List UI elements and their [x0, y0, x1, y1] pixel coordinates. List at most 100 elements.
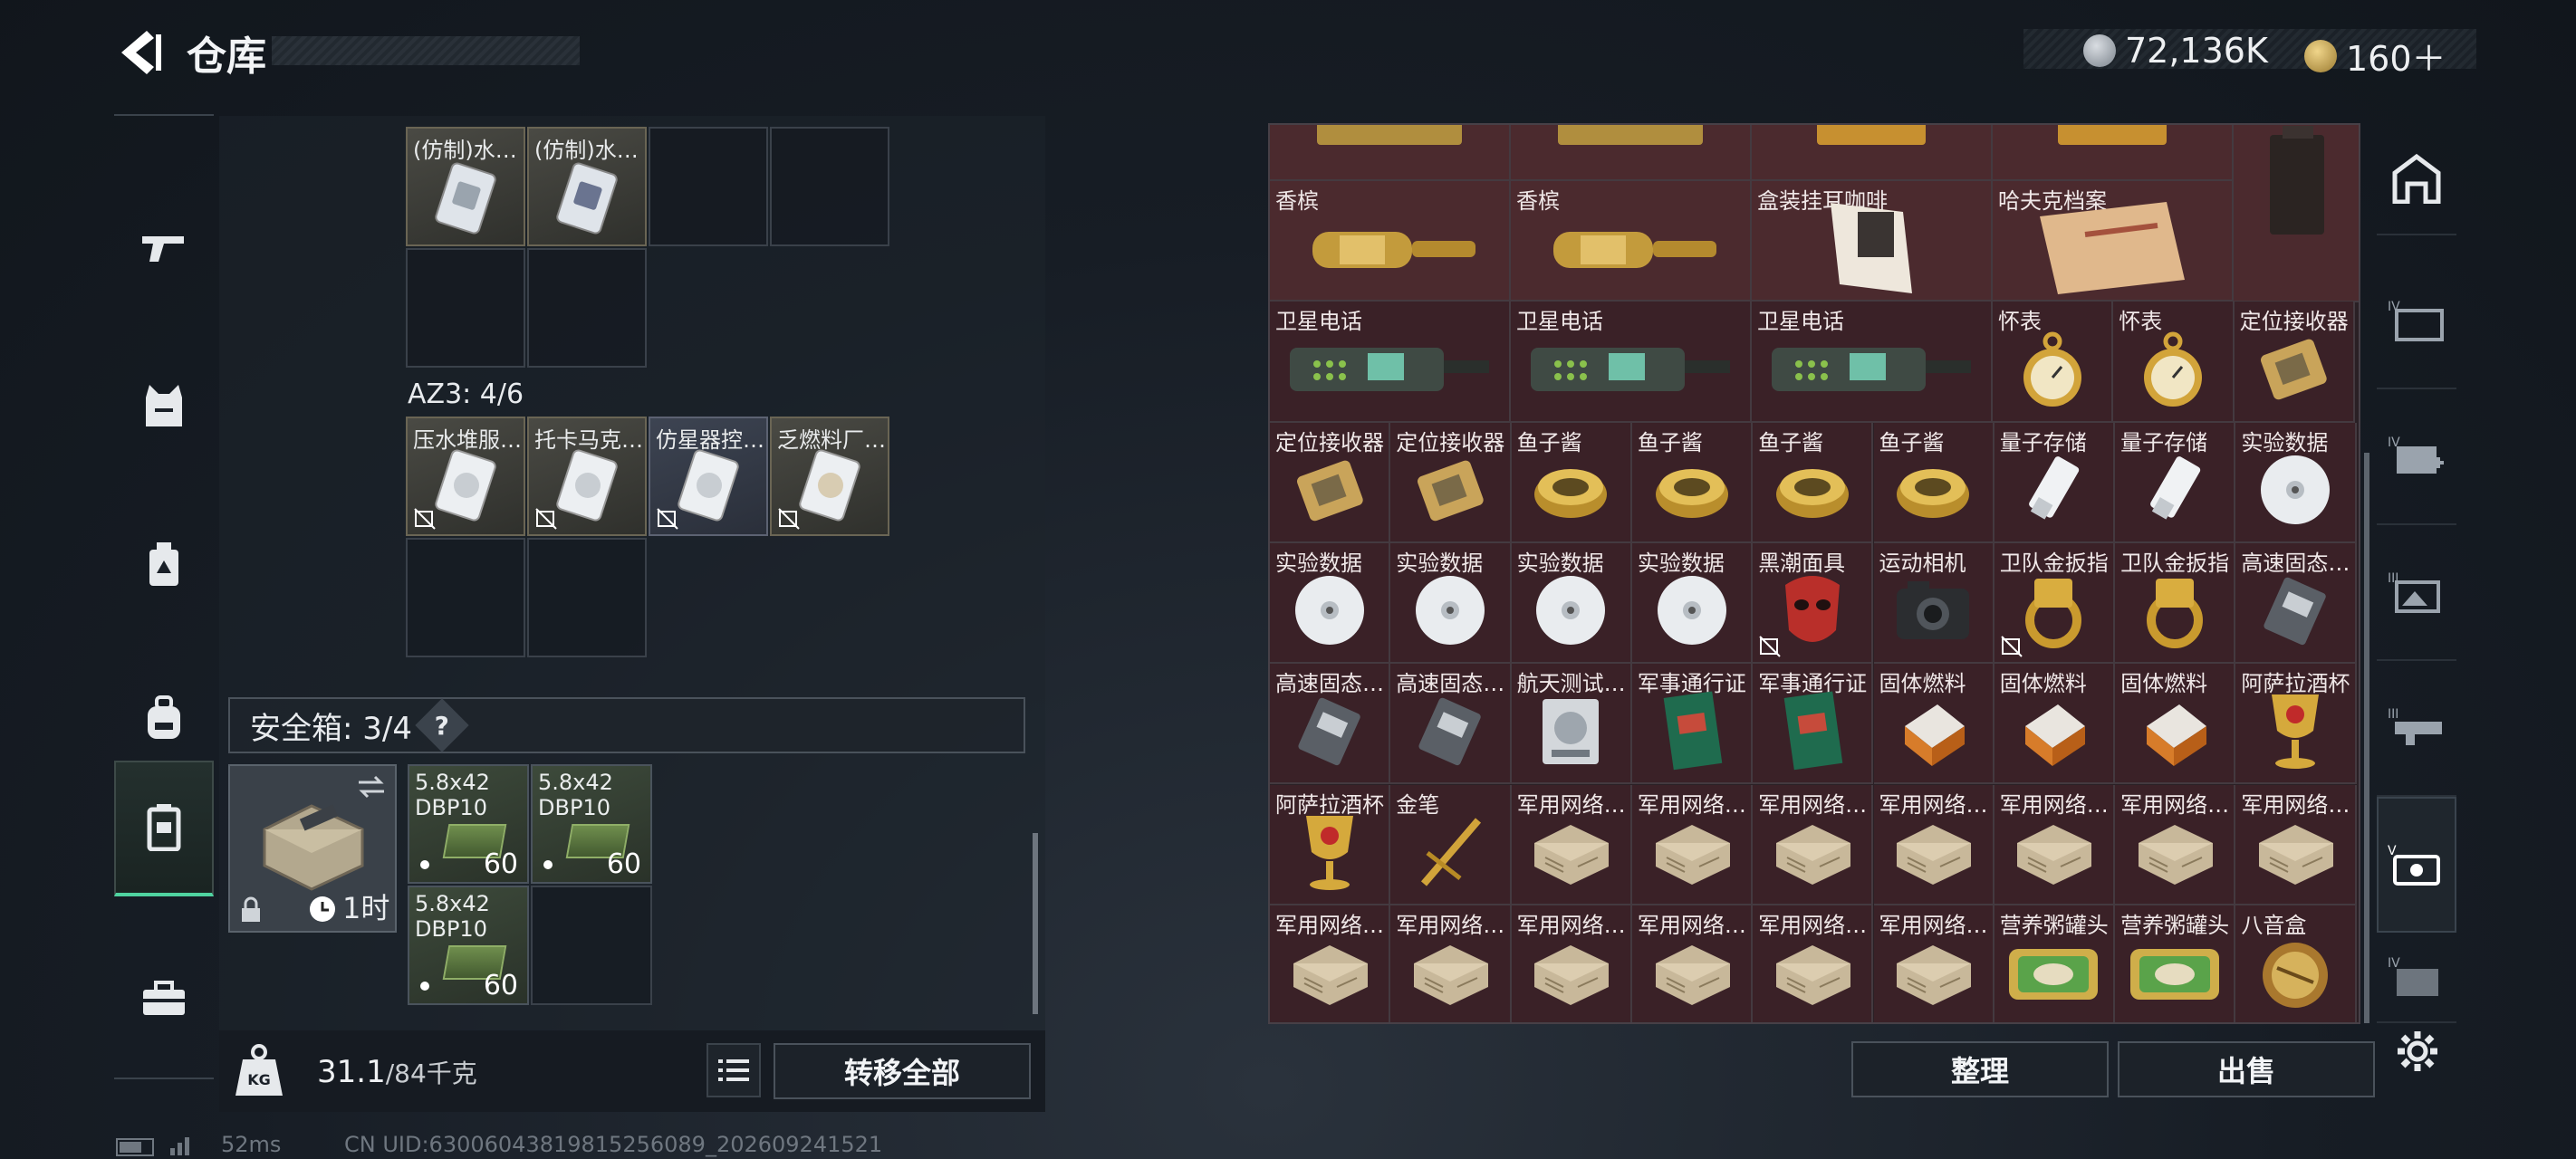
stash-item[interactable]: 阿萨拉酒杯 [2235, 664, 2357, 785]
stash-item[interactable]: 营养粥罐头 [2115, 905, 2236, 1022]
stash-item[interactable]: 哈夫克档案 [1993, 181, 2234, 302]
stash-item[interactable]: 实验数据 [1631, 542, 1754, 665]
sell-button[interactable]: 出售 [2118, 1041, 2375, 1097]
stash-item[interactable]: 军用网络… [1873, 784, 1994, 905]
stash-cell[interactable] [2234, 125, 2359, 302]
stash-item[interactable]: 鱼子酱 [1753, 422, 1874, 543]
settings-gear-icon[interactable] [2395, 1029, 2440, 1074]
stash-cell[interactable] [1511, 125, 1752, 181]
ammo-slot[interactable]: 5.8x42 DBP10 60 [531, 764, 652, 884]
rail-item-armor[interactable] [114, 338, 214, 474]
stash-item[interactable]: 八音盒 [2235, 905, 2357, 1022]
safebox-slot[interactable]: 1时 [228, 764, 397, 933]
stash-item[interactable]: 军用网络… [2235, 784, 2357, 905]
empty-slot[interactable] [770, 127, 889, 246]
stash-item[interactable]: 阿萨拉酒杯 [1270, 784, 1391, 905]
stash-item[interactable]: 定位接收器 [1390, 422, 1512, 543]
ammo-slot[interactable]: 5.8x42 DBP10 60 [408, 886, 529, 1005]
rail-item-case[interactable] [114, 931, 214, 1067]
stash-item[interactable]: 怀表 [1993, 302, 2114, 423]
stash-item[interactable]: 高速固态… [1270, 664, 1391, 785]
stash-item[interactable]: 鱼子酱 [1511, 422, 1632, 543]
empty-slot[interactable] [406, 538, 525, 657]
stash-item[interactable]: 军事通行证 [1631, 664, 1754, 785]
stash-item[interactable]: 高速固态… [1390, 664, 1512, 785]
list-view-button[interactable] [706, 1043, 761, 1097]
stash-item[interactable]: 卫星电话 [1270, 302, 1511, 423]
stash-item[interactable]: 卫队金扳指 [2115, 542, 2236, 665]
empty-slot[interactable] [649, 127, 768, 246]
stash-item[interactable]: 实验数据 [1270, 542, 1391, 665]
az3-slot[interactable]: 仿星器控… [649, 417, 768, 536]
az3-slot[interactable]: 压水堆服… [406, 417, 525, 536]
stash-item[interactable]: 军用网络… [1631, 784, 1754, 905]
stash-item[interactable]: 卫队金扳指 [1994, 542, 2116, 665]
az3-slot[interactable]: 乏燃料厂… [770, 417, 889, 536]
tab-stash-3[interactable]: III [2377, 525, 2456, 661]
stash-item[interactable]: 军用网络… [1390, 905, 1512, 1022]
ammo-slot[interactable]: 5.8x42 DBP10 60 [408, 764, 529, 884]
stash-item[interactable]: 军用网络… [1753, 784, 1874, 905]
tokens-display[interactable]: 160＋ [2304, 31, 2446, 81]
back-arrow-icon[interactable] [112, 25, 167, 80]
stash-item[interactable]: 黑潮面具 [1753, 542, 1874, 665]
tab-stash-1[interactable]: IV [2377, 254, 2456, 389]
az3-slot[interactable]: 托卡马克… [527, 417, 647, 536]
stash-item[interactable]: 香槟 [1270, 181, 1511, 302]
stash-item[interactable]: 军用网络… [2115, 784, 2236, 905]
stash-item[interactable]: 航天测试… [1511, 664, 1632, 785]
rail-item-weapons[interactable] [114, 179, 214, 315]
coins-display[interactable]: 72,136K [2083, 31, 2268, 71]
stash-item[interactable]: 金笔 [1390, 784, 1512, 905]
stash-item[interactable]: 实验数据 [1511, 542, 1632, 665]
stash-item[interactable]: 固体燃料 [1873, 664, 1994, 785]
stash-item[interactable]: 定位接收器 [1270, 422, 1391, 543]
stash-item[interactable]: 军用网络… [1753, 905, 1874, 1022]
stash-item[interactable]: 军用网络… [1994, 784, 2116, 905]
transfer-all-button[interactable]: 转移全部 [774, 1043, 1031, 1099]
rail-item-safebox[interactable] [114, 761, 214, 896]
stash-item[interactable]: 鱼子酱 [1631, 422, 1754, 543]
stash-item[interactable]: 军用网络… [1511, 905, 1632, 1022]
right-scrollbar[interactable] [2364, 453, 2369, 1023]
swap-icon[interactable] [355, 773, 388, 800]
stash-item[interactable]: 军用网络… [1270, 905, 1391, 1022]
container-slot[interactable]: (仿制)水… [406, 127, 525, 246]
stash-item[interactable]: 量子存储 [2115, 422, 2236, 543]
stash-item[interactable]: 军事通行证 [1753, 664, 1874, 785]
stash-item[interactable]: 实验数据 [2235, 422, 2357, 543]
tab-stash-6[interactable]: IV [2377, 933, 2456, 1023]
stash-item[interactable]: 实验数据 [1390, 542, 1512, 665]
left-scrollbar[interactable] [1033, 833, 1038, 1014]
empty-slot[interactable] [531, 886, 652, 1005]
stash-item[interactable]: 固体燃料 [1994, 664, 2116, 785]
empty-slot[interactable] [527, 248, 647, 368]
stash-cell[interactable] [1993, 125, 2234, 181]
stash-cell[interactable] [1270, 125, 1511, 181]
stash-item[interactable]: 卫星电话 [1511, 302, 1752, 423]
stash-item[interactable]: 营养粥罐头 [1994, 905, 2116, 1022]
stash-item[interactable]: 固体燃料 [2115, 664, 2236, 785]
stash-item[interactable]: 高速固态… [2235, 542, 2357, 665]
help-icon[interactable]: ? [415, 698, 469, 752]
tab-stash-2[interactable]: IV [2377, 389, 2456, 525]
stash-item[interactable]: 鱼子酱 [1873, 422, 1994, 543]
tab-stash-4[interactable]: III [2377, 661, 2456, 797]
sort-button[interactable]: 整理 [1851, 1041, 2109, 1097]
stash-item[interactable]: 运动相机 [1873, 542, 1994, 665]
stash-item[interactable]: 怀表 [2113, 302, 2235, 423]
stash-item[interactable]: 军用网络… [1511, 784, 1632, 905]
tab-home[interactable] [2377, 123, 2456, 235]
empty-slot[interactable] [527, 538, 647, 657]
stash-cell[interactable] [1752, 125, 1993, 181]
stash-item[interactable]: 定位接收器 [2234, 302, 2355, 423]
container-slot[interactable]: (仿制)水… [527, 127, 647, 246]
stash-item[interactable]: 盒装挂耳咖啡 [1752, 181, 1993, 302]
stash-item[interactable]: 军用网络… [1631, 905, 1754, 1022]
stash-item[interactable]: 香槟 [1511, 181, 1752, 302]
stash-item[interactable]: 量子存储 [1994, 422, 2116, 543]
tab-stash-5[interactable]: V [2377, 797, 2456, 933]
rail-item-rig[interactable] [114, 496, 214, 632]
empty-slot[interactable] [406, 248, 525, 368]
stash-item[interactable]: 军用网络… [1873, 905, 1994, 1022]
